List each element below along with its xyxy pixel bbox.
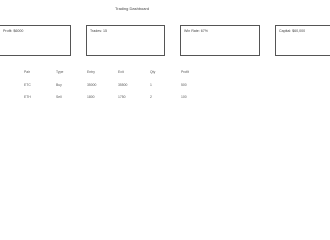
trades-card-label: Trades: 15 [90,29,108,33]
dashboard-page: Trading Dashboard Profit: $6000 Trades: … [0,0,330,220]
profit-card: Profit: $6000 [0,25,71,56]
cell-entry: 1800 [87,94,95,99]
cell-profit: 500 [181,82,187,87]
cell-exit: 35500 [118,82,128,87]
capital-card: Capital: $60,000 [275,25,330,56]
cell-type: Buy [56,82,62,87]
win-rate-card-label: Win Rate: 67% [184,29,208,33]
cell-exit: 1750 [118,94,126,99]
cell-profit: 100 [181,94,187,99]
cell-qty: 1 [150,82,152,87]
cell-type: Sell [56,94,62,99]
profit-card-label: Profit: $6000 [3,29,24,33]
column-header-pair: Pair [24,69,31,74]
trades-card: Trades: 15 [86,25,165,56]
cell-qty: 2 [150,94,152,99]
capital-card-label: Capital: $60,000 [279,29,306,33]
page-title: Trading Dashboard [114,6,150,11]
column-header-qty: Qty [150,69,156,74]
column-header-type: Type [56,69,64,74]
cell-pair: ETC [24,82,31,87]
column-header-profit: Profit [181,69,189,74]
column-header-entry: Entry [87,69,95,74]
column-header-exit: Exit [118,69,124,74]
cell-pair: ETH [24,94,31,99]
cell-entry: 35000 [87,82,97,87]
win-rate-card: Win Rate: 67% [180,25,260,56]
